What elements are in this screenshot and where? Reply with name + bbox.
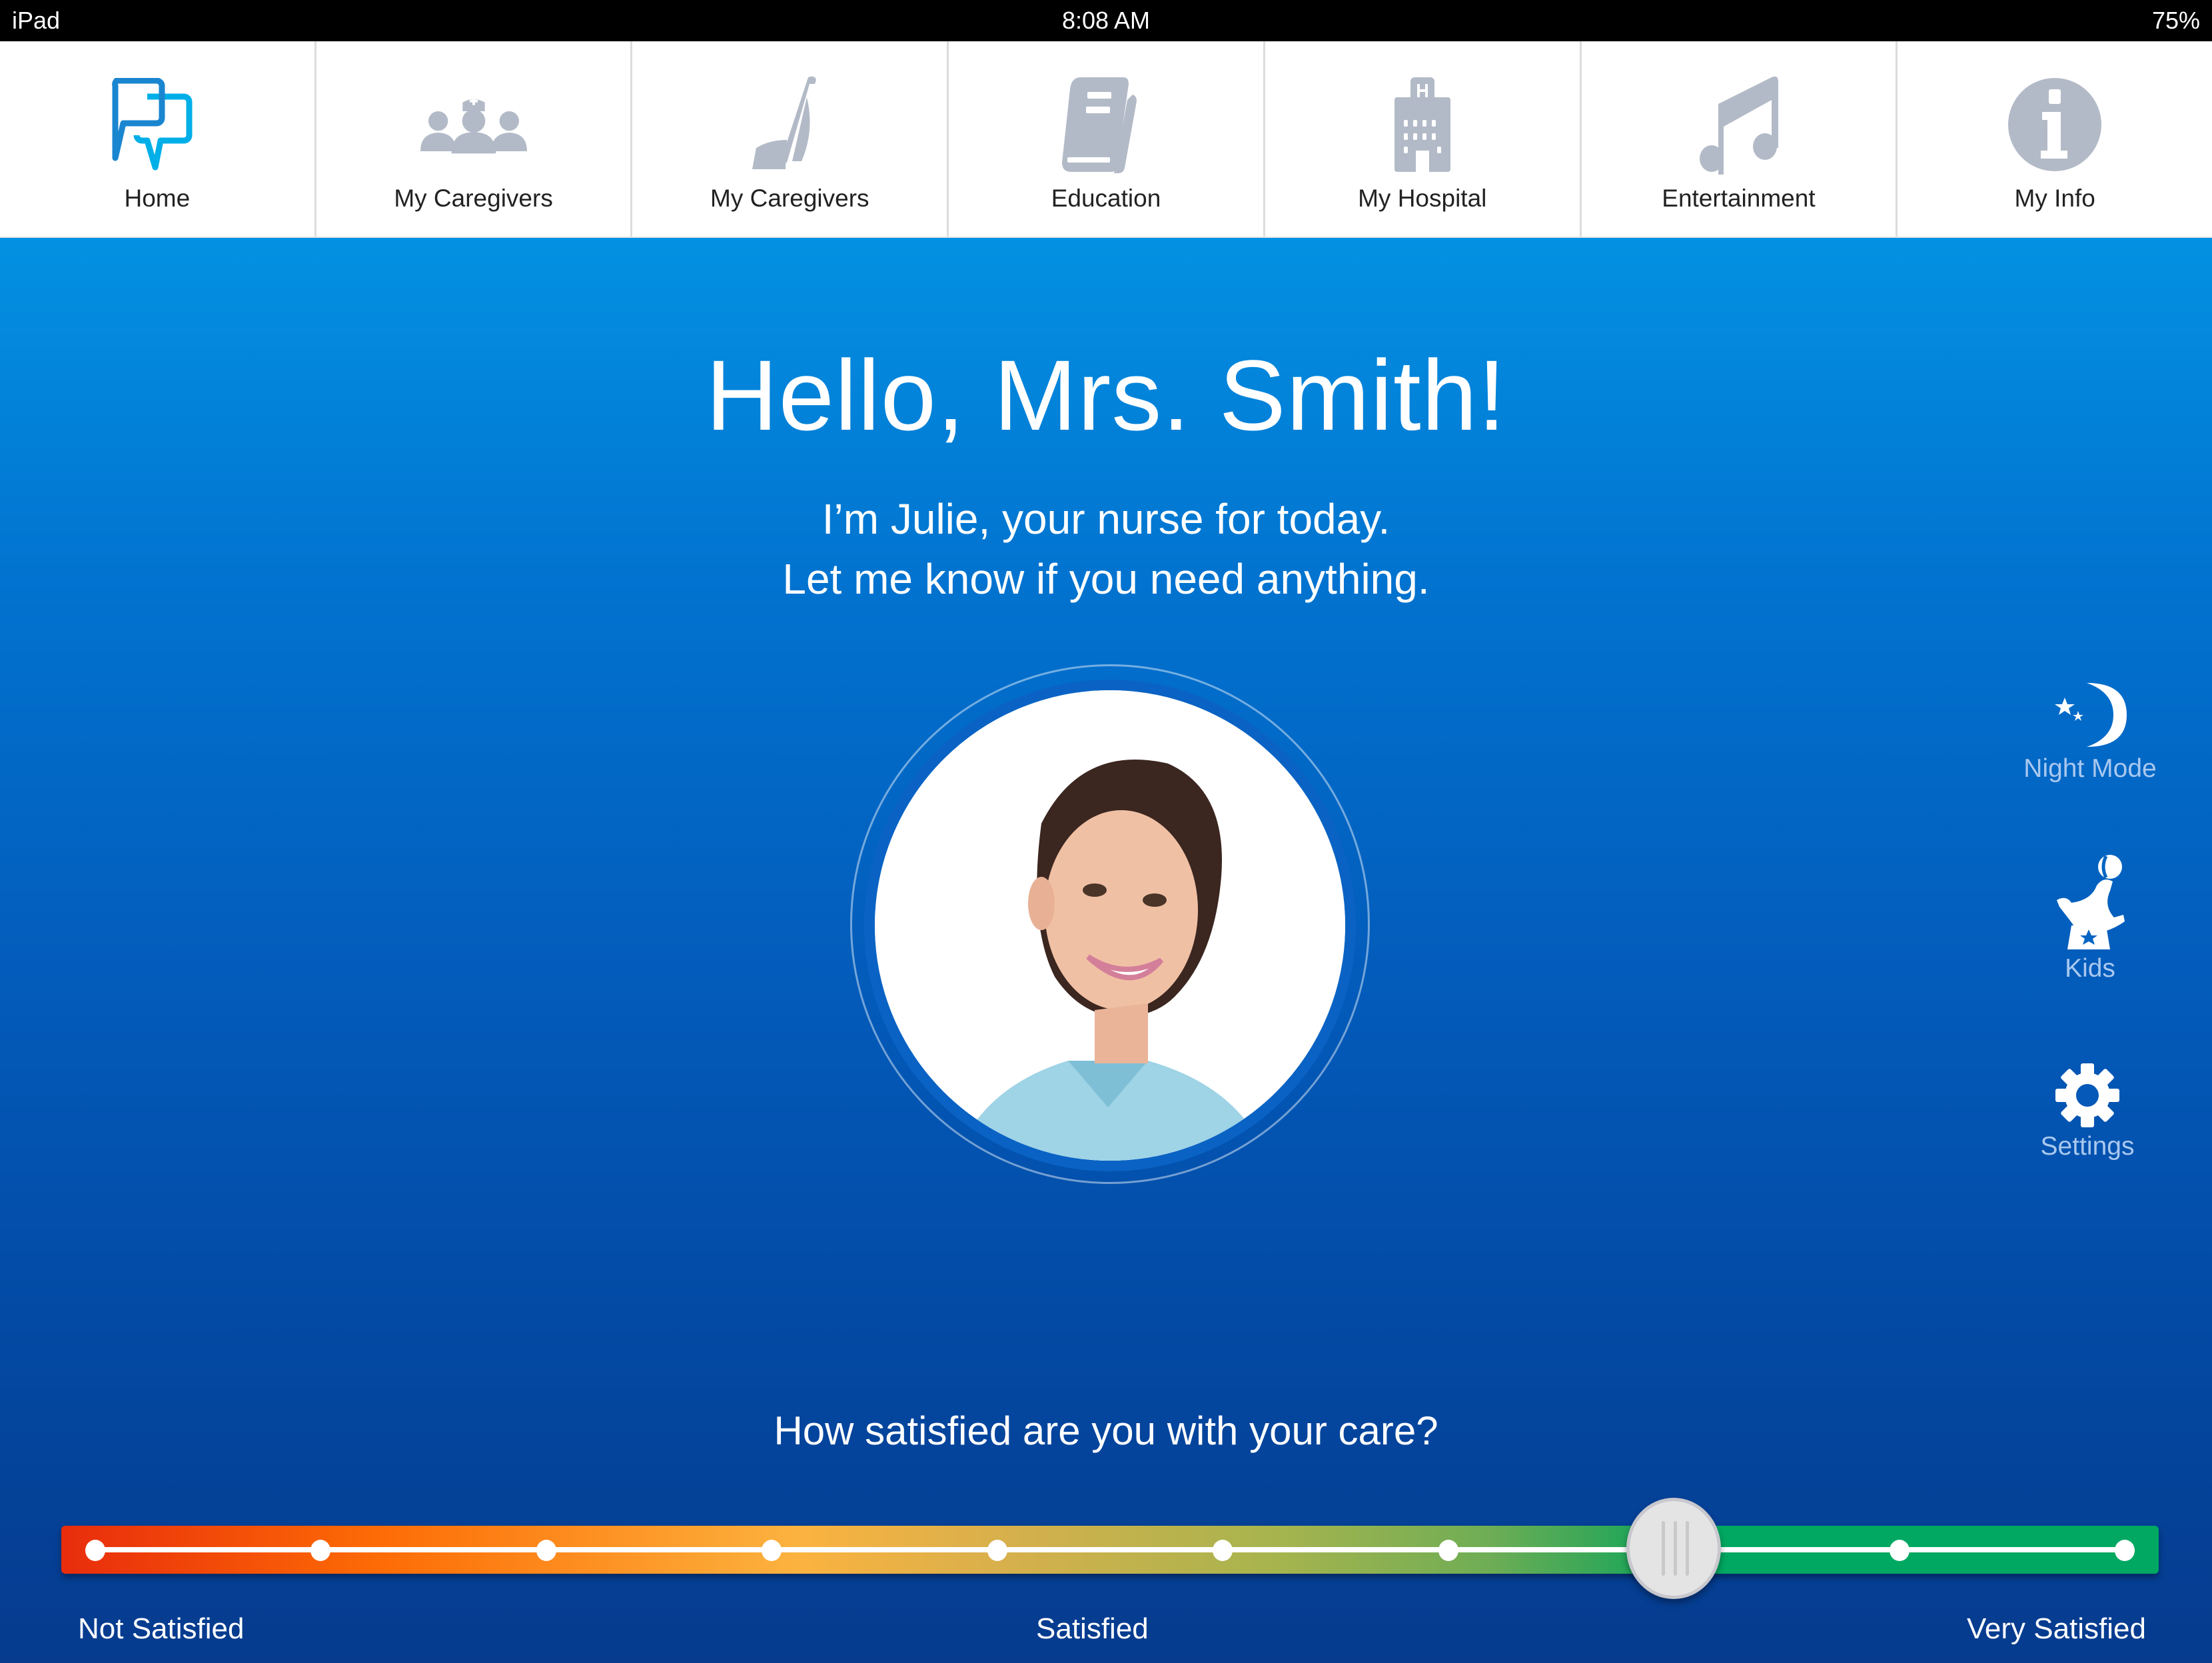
nurse-avatar bbox=[864, 680, 1356, 1171]
battery-level: 75% bbox=[2151, 7, 2200, 34]
slider-stop[interactable] bbox=[1213, 1540, 1233, 1561]
chat-bubbles-icon bbox=[97, 71, 217, 178]
caregivers-icon bbox=[414, 71, 534, 178]
thumb-grip-line bbox=[1686, 1521, 1690, 1576]
clock: 8:08 AM bbox=[1061, 7, 1151, 34]
slider-stop[interactable] bbox=[987, 1540, 1007, 1561]
nav-label: My Caregivers bbox=[710, 185, 869, 212]
slider-thumb[interactable] bbox=[1626, 1498, 1722, 1599]
slider-stop[interactable] bbox=[536, 1540, 556, 1561]
satisfaction-slider[interactable] bbox=[61, 1498, 2159, 1599]
hospital-icon bbox=[1363, 71, 1482, 178]
thumb-grip-line bbox=[1662, 1521, 1666, 1576]
nav-my-caregivers[interactable]: My Caregivers bbox=[316, 41, 633, 237]
satisfaction-question: How satisfied are you with your care? bbox=[774, 1408, 1438, 1453]
kids-label: Kids bbox=[2065, 954, 2115, 983]
slider-stop[interactable] bbox=[1438, 1540, 1458, 1561]
nav-my-info[interactable]: My Info bbox=[1898, 41, 2212, 237]
seal-ball-icon bbox=[2057, 855, 2125, 949]
slider-track bbox=[96, 1547, 2124, 1552]
nav-label: Entertainment bbox=[1662, 185, 1816, 212]
nav-label: My Caregivers bbox=[394, 185, 553, 212]
music-note-icon bbox=[1678, 71, 1798, 178]
greeting-title: Hello, Mrs. Smith! bbox=[706, 339, 1506, 451]
label-not-satisfied: Not Satisfied bbox=[78, 1612, 245, 1645]
label-very-satisfied: Very Satisfied bbox=[1966, 1612, 2146, 1645]
nav-education[interactable]: Education bbox=[949, 41, 1265, 237]
slider-stop[interactable] bbox=[310, 1540, 331, 1561]
gear-icon bbox=[2055, 1063, 2119, 1127]
thumb-grip-line bbox=[1674, 1521, 1678, 1576]
slider-stop[interactable] bbox=[85, 1540, 105, 1561]
nav-label: Education bbox=[1051, 185, 1161, 212]
nav-home[interactable]: Home bbox=[0, 41, 316, 237]
slider-stop[interactable] bbox=[1889, 1540, 1910, 1561]
nurse-photo-illustration bbox=[875, 690, 1345, 1161]
top-nav: Home My Caregivers My Caregivers Educati… bbox=[0, 41, 2212, 238]
nav-label: Home bbox=[124, 185, 191, 212]
night-mode-label: Night Mode bbox=[2023, 754, 2157, 783]
nav-label: My Info bbox=[2014, 185, 2095, 212]
info-icon bbox=[1995, 71, 2115, 178]
label-satisfied: Satisfied bbox=[1036, 1612, 1149, 1645]
settings-label: Settings bbox=[2040, 1132, 2135, 1161]
vacuum-icon bbox=[730, 71, 849, 178]
nav-entertainment[interactable]: Entertainment bbox=[1582, 41, 1898, 237]
slider-stop[interactable] bbox=[762, 1540, 782, 1561]
book-icon bbox=[1046, 71, 1166, 178]
moon-stars-icon bbox=[2055, 683, 2127, 747]
settings-button[interactable]: Settings bbox=[1987, 1062, 2187, 1161]
greeting-line-1: I’m Julie, your nurse for today. bbox=[822, 495, 1390, 543]
status-bar: iPad 8:08 AM 75% bbox=[0, 0, 2212, 41]
nav-my-hospital[interactable]: My Hospital bbox=[1265, 41, 1582, 237]
night-mode-button[interactable]: Night Mode bbox=[1990, 678, 2190, 784]
kids-button[interactable]: Kids bbox=[1990, 851, 2190, 983]
greeting-line-2: Let me know if you need anything. bbox=[782, 555, 1430, 603]
nav-my-caregivers-housekeeping[interactable]: My Caregivers bbox=[632, 41, 949, 237]
nav-label: My Hospital bbox=[1358, 185, 1487, 212]
slider-stop[interactable] bbox=[2115, 1540, 2135, 1561]
